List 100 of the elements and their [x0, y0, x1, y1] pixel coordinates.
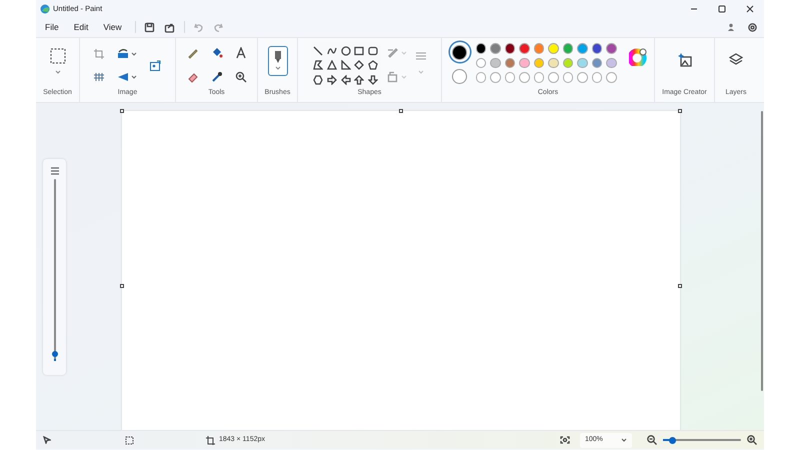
- empty-color-slot[interactable]: [606, 72, 616, 82]
- pointer-icon: [43, 436, 51, 444]
- triangle-icon: [326, 60, 337, 70]
- color-swatch[interactable]: [519, 43, 530, 54]
- caret-icon: [400, 51, 406, 55]
- pentagon-shape-button[interactable]: [368, 60, 379, 71]
- caret-icon: [274, 66, 280, 70]
- zoom-slider[interactable]: [663, 436, 741, 444]
- empty-color-slot[interactable]: [592, 72, 602, 82]
- pencil-icon: [186, 47, 198, 59]
- curve-shape-button[interactable]: [326, 45, 338, 56]
- slider-thumb[interactable]: [668, 436, 676, 444]
- empty-color-slot[interactable]: [548, 72, 558, 82]
- color-swatch[interactable]: [592, 58, 602, 68]
- oval-icon: [340, 46, 351, 56]
- empty-color-slot[interactable]: [562, 72, 573, 82]
- slider-thumb[interactable]: [52, 351, 58, 357]
- up-arrow-shape-button[interactable]: [354, 74, 365, 86]
- color-swatch[interactable]: [577, 43, 588, 54]
- color-swatch[interactable]: [562, 43, 573, 54]
- zoom-in-button[interactable]: [746, 434, 758, 446]
- rectangle-icon: [354, 46, 364, 56]
- color-swatch[interactable]: [577, 58, 588, 68]
- color-swatch[interactable]: [534, 58, 544, 68]
- empty-color-slot[interactable]: [504, 72, 515, 82]
- resize-handle[interactable]: [678, 109, 682, 113]
- account-icon[interactable]: [727, 23, 735, 31]
- right-triangle-shape-button[interactable]: [340, 60, 352, 71]
- up-arrow-icon: [354, 74, 364, 85]
- oval-shape-button[interactable]: [340, 45, 352, 56]
- brushes-button[interactable]: [268, 46, 288, 76]
- caret-icon: [130, 75, 136, 80]
- down-arrow-icon: [368, 74, 378, 85]
- canvas-size-icon: [206, 436, 215, 444]
- color-swatch[interactable]: [548, 58, 558, 68]
- color-swatch[interactable]: [548, 43, 558, 54]
- current-color-swatch[interactable]: [450, 42, 470, 62]
- sparkle-image-icon: [678, 53, 692, 67]
- empty-color-slot[interactable]: [577, 72, 588, 82]
- color-swatch[interactable]: [504, 43, 515, 54]
- menu-item[interactable]: Edit: [68, 18, 94, 36]
- rounded-rectangle-shape-button[interactable]: [368, 45, 379, 56]
- hexagon-shape-button[interactable]: [312, 74, 324, 86]
- zoom-out-button[interactable]: [646, 434, 658, 446]
- diamond-icon: [354, 60, 364, 70]
- empty-color-slot[interactable]: [476, 72, 486, 82]
- menu-item[interactable]: View: [97, 18, 128, 36]
- color-swatch[interactable]: [490, 58, 500, 68]
- right-arrow-shape-button[interactable]: [326, 74, 338, 86]
- color-swatch[interactable]: [592, 43, 602, 54]
- right-arrow-icon: [326, 74, 337, 85]
- color-swatch[interactable]: [476, 58, 486, 68]
- resize-handle[interactable]: [678, 284, 682, 288]
- color-swatch[interactable]: [519, 58, 530, 68]
- dashed-rectangle-icon: [50, 48, 66, 64]
- undo-icon: [193, 22, 204, 32]
- right-triangle-icon: [340, 60, 351, 70]
- color-swatch[interactable]: [476, 43, 486, 54]
- crop-icon: [92, 48, 104, 60]
- settings-icon[interactable]: [747, 22, 758, 32]
- color-swatch[interactable]: [490, 43, 500, 54]
- triangle-shape-button[interactable]: [326, 60, 338, 71]
- rounded-rectangle-icon: [368, 46, 378, 56]
- magnifier-icon: [234, 71, 246, 84]
- line-size-icon: [414, 51, 426, 61]
- caret-icon: [400, 75, 406, 79]
- line-shape-button[interactable]: [312, 45, 324, 56]
- left-arrow-shape-button[interactable]: [340, 74, 352, 86]
- polygon-shape-button[interactable]: [312, 60, 324, 71]
- color-swatch[interactable]: [606, 58, 616, 68]
- resize-icon: [116, 48, 128, 60]
- color-swatch[interactable]: [504, 58, 515, 68]
- color-swatch[interactable]: [606, 43, 616, 54]
- resize-handle[interactable]: [120, 109, 124, 113]
- layers-icon: [729, 53, 743, 67]
- fit-to-window-icon: [560, 436, 570, 444]
- resize-handle[interactable]: [399, 109, 403, 113]
- empty-color-slot[interactable]: [534, 72, 544, 82]
- color-swatch[interactable]: [534, 43, 544, 54]
- resize-handle[interactable]: [120, 284, 124, 288]
- pentagon-icon: [368, 60, 378, 70]
- diamond-shape-button[interactable]: [354, 60, 365, 71]
- color-wheel-icon[interactable]: [628, 48, 646, 66]
- down-arrow-shape-button[interactable]: [368, 74, 379, 86]
- polygon-icon: [313, 60, 323, 70]
- caret-icon: [621, 438, 627, 442]
- rectangle-shape-button[interactable]: [354, 45, 365, 56]
- zoom-out-icon: [647, 435, 657, 445]
- share-icon: [164, 22, 176, 32]
- hexagon-icon: [313, 74, 323, 85]
- app-logo-icon: [40, 4, 50, 14]
- outline-icon: [386, 47, 398, 59]
- flip-icon: [116, 71, 128, 84]
- empty-color-slot[interactable]: [490, 72, 500, 82]
- curve-icon: [326, 46, 337, 56]
- scrollbar[interactable]: [761, 111, 763, 391]
- color-swatch[interactable]: [562, 58, 573, 68]
- empty-color-slot[interactable]: [519, 72, 530, 82]
- brush-size-slider[interactable]: [50, 179, 60, 361]
- menu-item[interactable]: File: [39, 18, 65, 36]
